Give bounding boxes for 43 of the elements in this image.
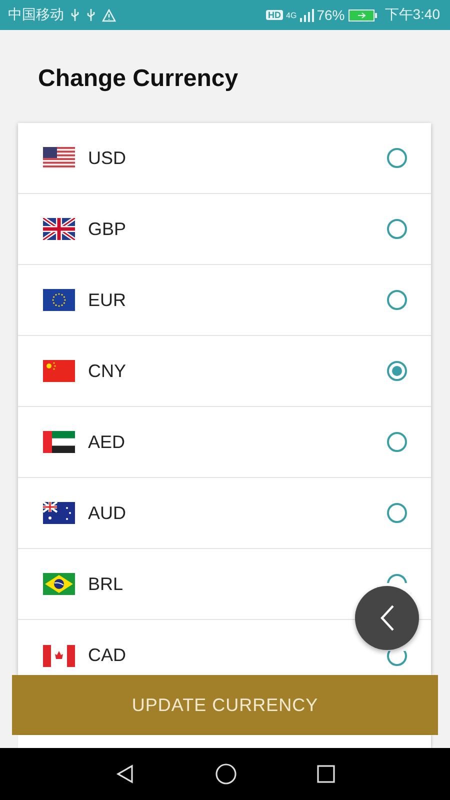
flag-icon xyxy=(43,360,75,382)
clock: 下午3:40 xyxy=(384,6,440,24)
flag-icon xyxy=(43,289,75,311)
usb-icon xyxy=(86,8,96,22)
radio-button[interactable] xyxy=(387,148,407,168)
currency-code: CNY xyxy=(88,360,128,382)
currency-row[interactable]: AED xyxy=(18,407,431,478)
flag-icon xyxy=(43,573,75,595)
hd-badge: HD xyxy=(266,10,284,20)
currency-row[interactable]: GBP xyxy=(18,194,431,265)
radio-button[interactable] xyxy=(387,432,407,452)
flag-icon xyxy=(43,644,75,666)
signal-icon xyxy=(300,8,314,22)
currency-code: CAD xyxy=(88,645,128,666)
flag-icon xyxy=(43,502,75,524)
home-icon[interactable] xyxy=(215,763,237,785)
flag-icon xyxy=(43,218,75,240)
flag-icon xyxy=(43,431,75,453)
currency-code: AED xyxy=(88,432,126,452)
back-icon[interactable] xyxy=(115,764,135,784)
battery-icon xyxy=(348,8,378,22)
page-title: Change Currency xyxy=(38,64,240,94)
recents-icon[interactable] xyxy=(317,765,335,783)
currency-code: GBP xyxy=(88,218,128,240)
battery-percent: 76% xyxy=(316,7,345,23)
usb-icon xyxy=(70,8,80,22)
currency-code: AUD xyxy=(88,502,128,524)
flag-icon xyxy=(43,147,75,169)
currency-row[interactable]: AUD xyxy=(18,478,431,549)
radio-button[interactable] xyxy=(387,503,407,523)
radio-button[interactable] xyxy=(387,290,407,310)
radio-button[interactable] xyxy=(387,361,407,381)
currency-row[interactable]: USD xyxy=(18,123,431,194)
currency-code: EUR xyxy=(88,290,128,310)
chevron-left-icon xyxy=(379,604,395,632)
radio-button[interactable] xyxy=(387,219,407,239)
currency-code: BRL xyxy=(88,574,124,594)
currency-row[interactable]: EUR xyxy=(18,265,431,336)
network-type: 4G xyxy=(286,11,297,20)
warning-icon xyxy=(102,8,116,22)
carrier-name: 中国移动 xyxy=(8,6,64,24)
currency-code: USD xyxy=(88,148,128,168)
currency-row[interactable]: CNY xyxy=(18,336,431,407)
